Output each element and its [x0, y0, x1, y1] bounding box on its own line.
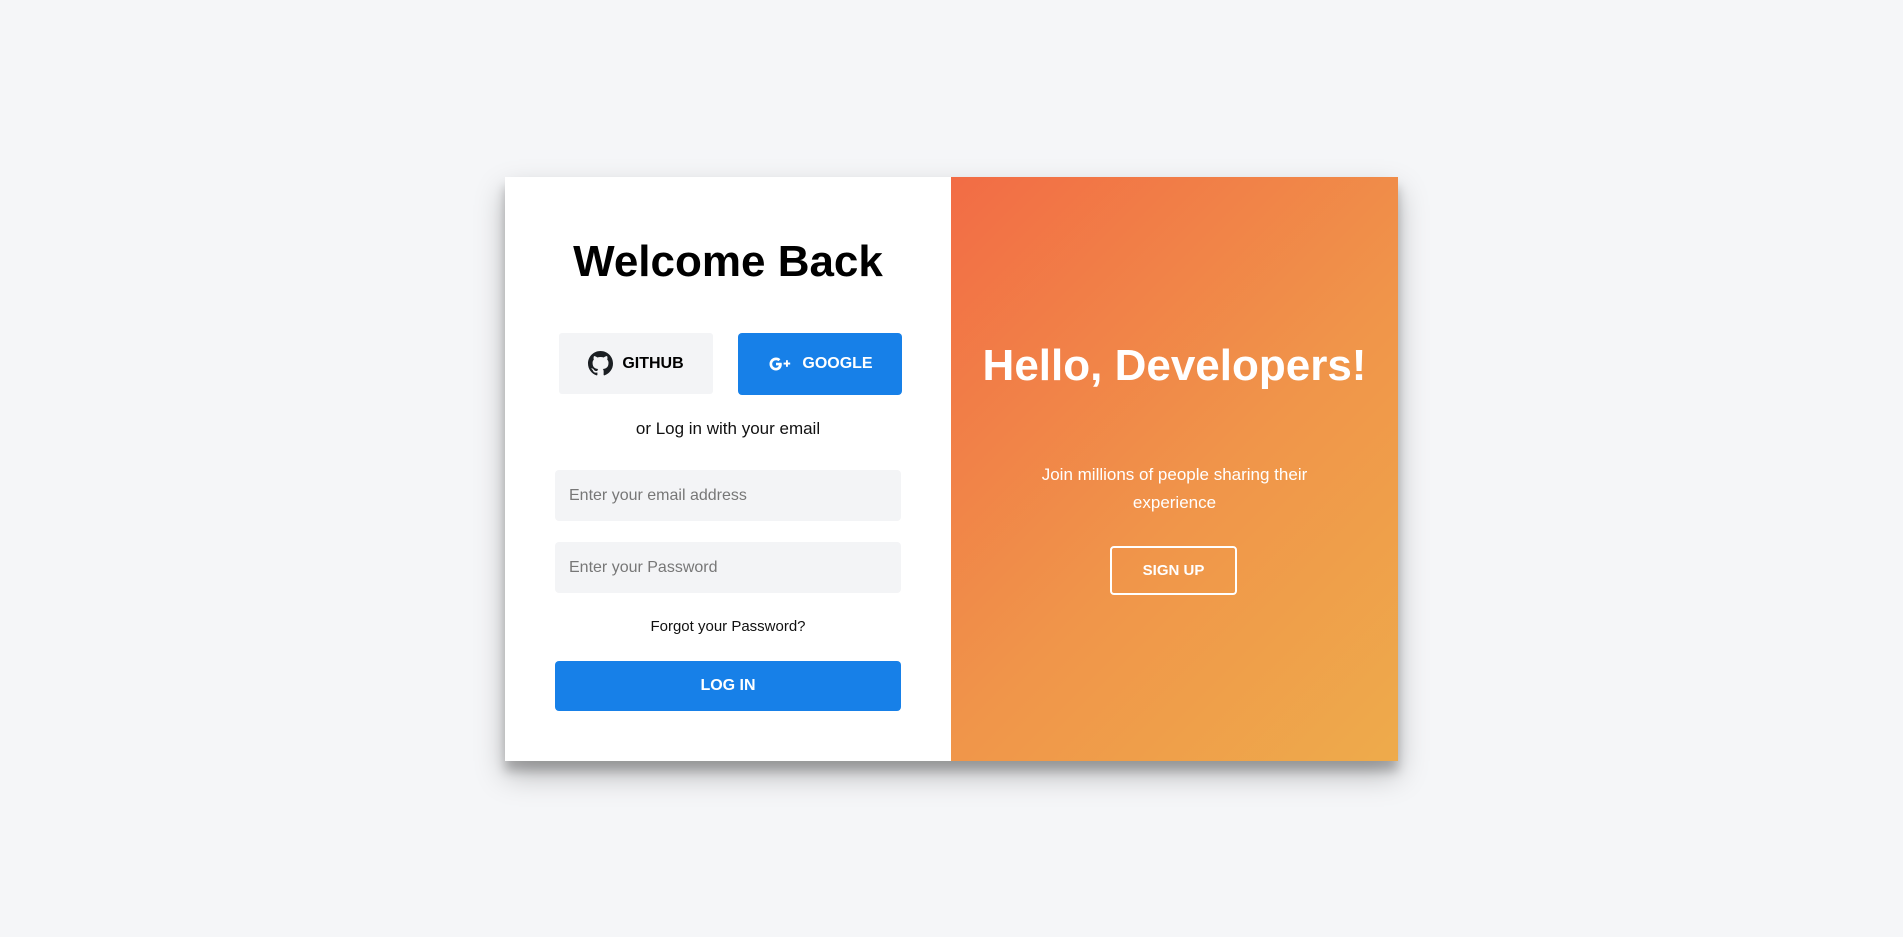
- signup-panel: Hello, Developers! Join millions of peop…: [951, 177, 1398, 761]
- social-login-row: GITHUB GOOGLE: [559, 333, 902, 395]
- email-login-divider-text: or Log in with your email: [635, 419, 821, 438]
- github-button-label: GITHUB: [622, 354, 684, 372]
- signup-button[interactable]: SIGN UP: [1110, 546, 1237, 595]
- password-input[interactable]: [555, 542, 901, 593]
- login-title: Welcome Back: [573, 237, 883, 286]
- google-button-label: GOOGLE: [802, 355, 873, 372]
- login-button[interactable]: LOG IN: [555, 661, 901, 711]
- login-panel: Welcome Back GITHUB GOOGLE or Log in wit…: [505, 177, 951, 761]
- signup-subtext: Join millions of people sharing their ex…: [1041, 465, 1308, 512]
- google-login-button[interactable]: GOOGLE: [738, 333, 902, 395]
- github-icon: [588, 351, 614, 376]
- auth-card: Welcome Back GITHUB GOOGLE or Log in wit…: [505, 177, 1398, 761]
- forgot-password-link[interactable]: Forgot your Password?: [505, 618, 951, 635]
- signup-heading: Hello, Developers!: [982, 341, 1367, 390]
- email-input[interactable]: [555, 470, 901, 521]
- github-login-button[interactable]: GITHUB: [559, 333, 713, 394]
- google-plus-icon: [767, 355, 794, 373]
